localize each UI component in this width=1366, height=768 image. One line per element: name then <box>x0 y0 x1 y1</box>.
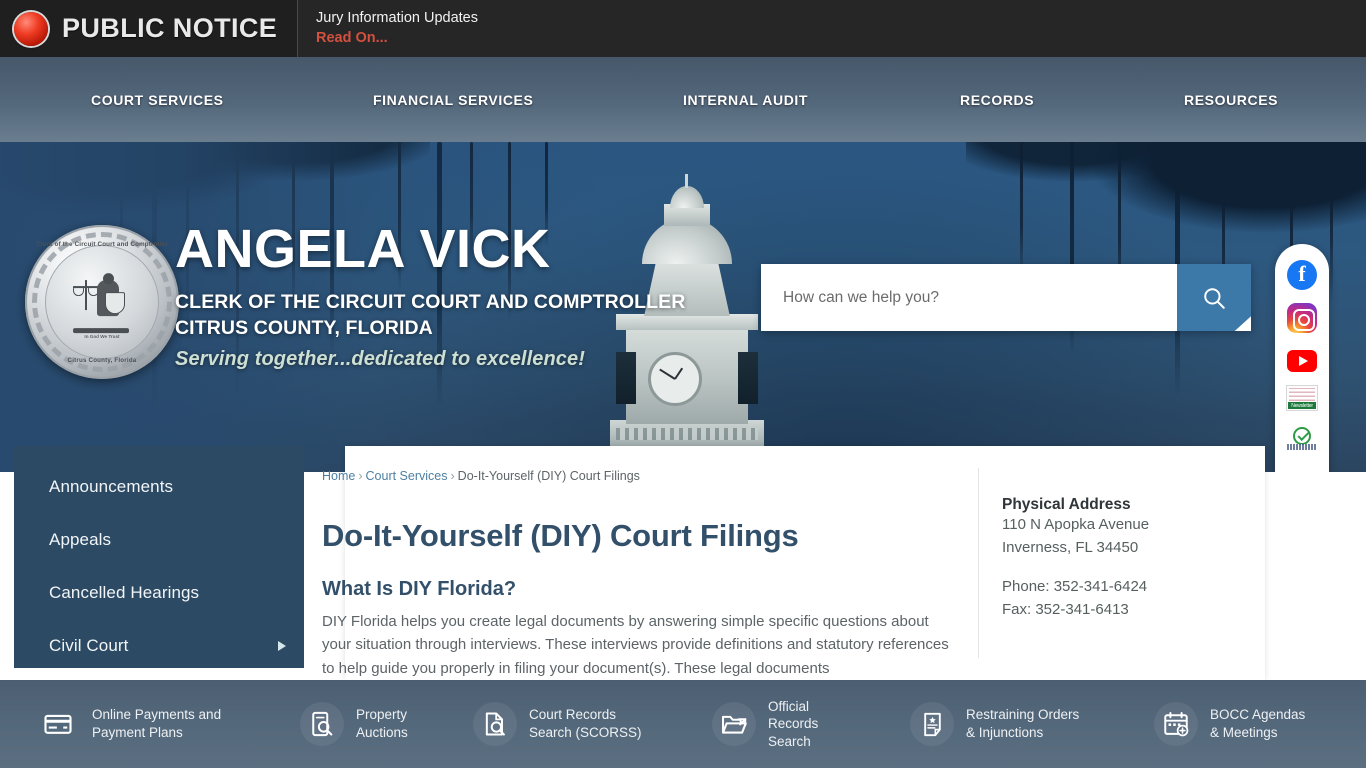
seal-motto-text: In God We Trust <box>84 334 120 339</box>
search-icon <box>1204 287 1225 309</box>
sidebar-item-label: Appeals <box>49 529 112 549</box>
page-title: Do-It-Yourself (DIY) Court Filings <box>322 517 799 553</box>
instagram-icon[interactable] <box>1287 303 1317 333</box>
court-records-icon-wrap <box>473 702 517 746</box>
main-navigation: COURT SERVICES FINANCIAL SERVICES INTERN… <box>0 57 1366 142</box>
breadcrumb: Home › Court Services › Do-It-Yourself (DIY)… <box>322 468 972 486</box>
open-folder-icon-wrap <box>712 701 756 746</box>
quick-link-label: Court Records Search (SCORSS) <box>529 707 642 740</box>
quick-link-official-records-search[interactable]: Official Records Search <box>712 698 818 751</box>
nav-item-records[interactable]: RECORDS <box>960 92 1034 108</box>
seal-top-text: Clerk of the Circuit Court and Comptroll… <box>36 241 168 248</box>
seal-bottom-text: Citrus County, Florida <box>67 357 137 364</box>
credit-card-icon <box>44 714 72 734</box>
contact-fax: Fax: 352-341-6413 <box>1002 600 1129 618</box>
facebook-icon[interactable]: f <box>1287 260 1317 290</box>
public-notice-label: PUBLIC NOTICE <box>62 13 278 43</box>
nav-item-internal-audit[interactable]: INTERNAL AUDIT <box>683 92 808 108</box>
seal-base <box>73 328 129 334</box>
section-sidebar: Announcements Appeals Cancelled Hearings… <box>14 446 304 668</box>
clerk-office-line-1: CLERK OF THE CIRCUIT COURT AND COMPTROLL… <box>175 291 686 313</box>
quick-link-label: Restraining Orders & Injunctions <box>966 707 1080 740</box>
chevron-right-icon <box>278 640 286 651</box>
main-content-column: Home › Court Services › Do-It-Yourself (DIY)… <box>322 468 972 681</box>
breadcrumb-separator: › <box>358 469 363 483</box>
hero-text-block: ANGELA VICK CLERK OF THE CIRCUIT COURT A… <box>175 222 685 371</box>
physical-address-heading: Physical Address <box>1002 496 1131 513</box>
public-notice-message: Jury Information Updates Read On... <box>298 0 478 57</box>
seal-justice-figure-icon <box>71 273 133 334</box>
seal-shield-icon <box>105 292 125 315</box>
notice-headline: Jury Information Updates <box>316 10 478 27</box>
county-seal-logo[interactable]: Clerk of the Circuit Court and Comptroll… <box>25 225 179 379</box>
quick-link-restraining-orders[interactable]: Restraining Orders & Injunctions <box>910 702 1079 746</box>
breadcrumb-section-link[interactable]: Court Services <box>366 469 448 483</box>
sidebar-item-cancelled-hearings[interactable]: Cancelled Hearings <box>14 566 304 619</box>
body-paragraph: DIY Florida helps you create legal docum… <box>322 612 949 677</box>
quick-link-online-payments[interactable]: Online Payments and Payment Plans <box>36 702 221 746</box>
breadcrumb-current: Do-It-Yourself (DIY) Court Filings <box>457 469 640 483</box>
section-heading: What Is DIY Florida? <box>322 577 517 600</box>
verified-check-badge-icon[interactable] <box>1286 424 1318 450</box>
calendar-plus-icon-wrap <box>1154 702 1198 746</box>
verified-ring <box>1293 426 1311 445</box>
address-street: 110 N Apopka Avenue <box>1002 516 1150 533</box>
sidebar-item-appeals[interactable]: Appeals <box>14 513 304 566</box>
clerk-name-title: ANGELA VICK <box>175 219 551 279</box>
address-city-state-zip: Inverness, FL 34450 <box>1002 538 1139 556</box>
property-search-icon <box>312 711 333 737</box>
breadcrumb-separator: › <box>450 469 455 483</box>
clerk-office-line-2: CITRUS COUNTY, FLORIDA <box>175 317 433 340</box>
sidebar-item-label: Civil Court <box>49 635 129 655</box>
quick-link-label: Online Payments and Payment Plans <box>92 707 222 740</box>
badge-caption-bars <box>1287 444 1317 450</box>
seal-scale-pole <box>85 280 87 311</box>
newsletter-lines <box>1289 388 1315 401</box>
calendar-plus-icon <box>1164 712 1189 737</box>
youtube-icon[interactable] <box>1287 350 1317 372</box>
breadcrumb-home-link[interactable]: Home <box>322 469 355 483</box>
quick-link-label: Property Auctions <box>356 707 408 740</box>
public-notice-brand: PUBLIC NOTICE <box>0 0 298 57</box>
search-input[interactable] <box>761 264 1177 331</box>
credit-card-icon-wrap <box>36 702 80 746</box>
sidebar-item-announcements[interactable]: Announcements <box>14 460 304 513</box>
quick-link-label: BOCC Agendas & Meetings <box>1210 707 1306 740</box>
newsletter-badge-text: Newsletter <box>1288 402 1316 409</box>
contact-sidebar: Physical Address 110 N Apopka Avenue Inv… <box>978 468 1248 658</box>
quick-link-court-records-search[interactable]: Court Records Search (SCORSS) <box>473 702 642 746</box>
quick-link-property-auctions[interactable]: Property Auctions <box>300 702 408 746</box>
document-star-icon-wrap <box>910 702 954 746</box>
site-search <box>761 264 1251 331</box>
nav-item-resources[interactable]: RESOURCES <box>1184 92 1278 108</box>
check-mark-icon <box>1297 428 1310 441</box>
public-notice-bar: PUBLIC NOTICE Jury Information Updates R… <box>0 0 1366 57</box>
nav-item-financial-services[interactable]: FINANCIAL SERVICES <box>373 92 533 108</box>
open-folder-icon <box>721 716 747 735</box>
document-star-icon <box>923 712 941 736</box>
newsletter-badge-icon[interactable]: Newsletter <box>1286 385 1318 411</box>
social-media-rail: f Newsletter <box>1275 244 1329 502</box>
tagline: Serving together...dedicated to excellen… <box>175 348 585 371</box>
notice-read-on-link[interactable]: Read On... <box>316 30 478 47</box>
quick-link-label: Official Records Search <box>768 698 819 749</box>
sidebar-item-civil-court[interactable]: Civil Court <box>14 619 304 668</box>
search-submit-button[interactable] <box>1177 264 1251 331</box>
contact-phone: Phone: 352-341-6424 <box>1002 578 1148 595</box>
property-search-icon-wrap <box>300 702 344 746</box>
court-records-icon <box>485 712 505 736</box>
quick-links-bar: Online Payments and Payment Plans Proper… <box>0 680 1366 768</box>
sidebar-item-label: Cancelled Hearings <box>49 582 200 602</box>
seal-figure-head <box>103 273 114 285</box>
sidebar-item-label: Announcements <box>49 476 174 496</box>
quick-link-bocc-agendas[interactable]: BOCC Agendas & Meetings <box>1154 702 1305 746</box>
nav-item-court-services[interactable]: COURT SERVICES <box>91 92 224 108</box>
alert-dot-icon <box>14 11 48 46</box>
